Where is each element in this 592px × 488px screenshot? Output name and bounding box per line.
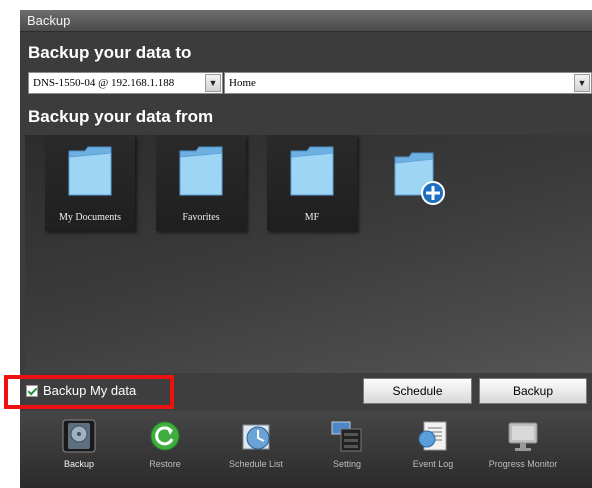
- dock-label: Setting: [332, 459, 362, 469]
- source-panel: My Documents Favorites MF: [25, 135, 592, 373]
- event-log-icon: [418, 421, 447, 451]
- schedule-button[interactable]: Schedule: [363, 378, 472, 404]
- schedule-clock-icon: [242, 424, 270, 450]
- backup-button[interactable]: Backup: [479, 378, 587, 404]
- setting-icon: [331, 421, 362, 452]
- backup-from-heading: Backup your data from: [28, 107, 214, 126]
- source-item-my-documents[interactable]: My Documents: [45, 135, 135, 231]
- bottom-dock: Backup Restore Schedule List Setting Eve…: [20, 411, 592, 488]
- backup-drive-icon: [62, 419, 96, 453]
- source-item-label: MF: [304, 212, 320, 223]
- dock-label: Progress Monitor: [488, 459, 558, 469]
- backup-window: Backup Backup your data to DNS-1550-04 @…: [20, 10, 592, 488]
- destination-device-select[interactable]: DNS-1550-04 @ 192.168.1.188 ▼: [28, 72, 223, 94]
- dock-item-setting[interactable]: Setting: [304, 419, 390, 470]
- source-item-favorites[interactable]: Favorites: [156, 135, 246, 231]
- backup-to-heading: Backup your data to: [28, 43, 192, 62]
- dock-item-schedule-list[interactable]: Schedule List: [213, 419, 299, 470]
- chevron-down-icon[interactable]: ▼: [574, 74, 590, 92]
- add-source-folder-button[interactable]: [378, 135, 468, 231]
- folder-icon: [68, 146, 112, 196]
- folder-icon: [290, 146, 334, 196]
- dock-label: Restore: [149, 459, 181, 469]
- destination-share-value: Home: [229, 77, 256, 89]
- window-title: Backup: [20, 10, 592, 32]
- dock-label: Backup: [63, 459, 95, 469]
- dock-item-event-log[interactable]: Event Log: [390, 419, 476, 470]
- dock-label: Schedule List: [228, 459, 284, 469]
- highlight-annotation: [4, 375, 174, 409]
- add-folder-icon: [394, 152, 445, 205]
- restore-icon: [150, 421, 180, 451]
- dock-label: Event Log: [412, 459, 454, 469]
- destination-device-value: DNS-1550-04 @ 192.168.1.188: [33, 77, 175, 89]
- dock-item-progress-monitor[interactable]: Progress Monitor: [480, 419, 566, 470]
- dock-item-backup[interactable]: Backup: [36, 419, 122, 470]
- source-item-label: Favorites: [182, 212, 220, 223]
- source-item-label: My Documents: [59, 212, 121, 223]
- source-item-mf[interactable]: MF: [267, 135, 357, 231]
- destination-share-select[interactable]: Home ▼: [224, 72, 592, 94]
- chevron-down-icon[interactable]: ▼: [205, 74, 221, 92]
- monitor-icon: [508, 422, 538, 451]
- folder-icon: [179, 146, 223, 196]
- dock-item-restore[interactable]: Restore: [122, 419, 208, 470]
